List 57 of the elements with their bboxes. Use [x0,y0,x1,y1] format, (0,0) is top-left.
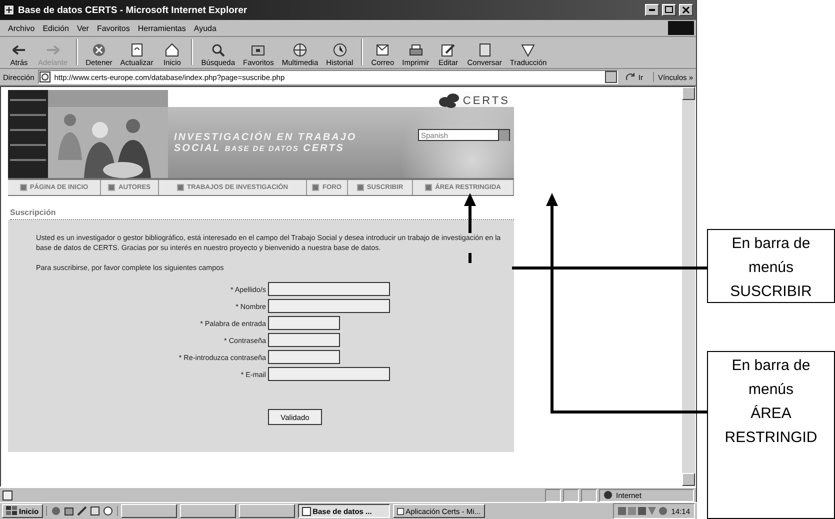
tray-icons-drawing [618,506,668,516]
callout-text: RESTRINGID [724,428,818,448]
menu-item[interactable]: Ayuda [190,24,220,32]
callout-text: En barra de [732,234,810,254]
square-icon [90,506,100,516]
callout-text: menús [748,258,794,278]
pencil-icon [440,42,456,58]
callout-text: menús [748,380,794,400]
menu-item[interactable]: Edición [38,24,73,32]
input-field[interactable] [268,282,390,296]
status-pane [581,488,597,502]
page-icon [39,71,52,83]
go-arrow-icon [626,72,636,82]
maximize-icon [664,5,674,15]
banner-brand: CERTS [303,143,344,154]
site-logo: CERTS [462,94,510,106]
callout-text: SUSCRIBIR [730,282,812,302]
minimize-button[interactable] [645,4,659,16]
pen-icon [76,506,87,516]
browser-icon [3,4,15,16]
banner-title: SOCIAL [174,143,221,154]
menu-item[interactable]: Herramientas [134,24,190,32]
stop-icon [90,42,107,58]
window-title: Base de datos CERTS - Microsoft Internet Explorer [18,4,248,16]
triangle-icon [520,42,536,58]
scrollbar[interactable] [682,87,695,486]
input-field[interactable] [268,333,340,347]
printer-icon [408,42,424,58]
window-icon [396,506,404,516]
close-button[interactable] [679,4,693,16]
callout-text: En barra de [732,356,810,376]
page-icon [2,490,13,500]
home-icon [164,42,180,58]
logo-icon [438,93,460,108]
input-field[interactable] [268,350,340,364]
circle-icon [50,506,61,516]
input-field[interactable] [268,299,390,313]
status-pane [545,488,561,502]
status-pane [563,488,579,502]
refresh-icon [128,42,145,58]
menu-item[interactable]: Ver [72,24,93,32]
menu-item[interactable]: Archivo [4,24,39,32]
input-field[interactable] [268,316,340,330]
menu-item[interactable]: Favoritos [92,24,134,32]
window-icon [302,506,311,516]
window-icon [64,506,74,516]
minimize-icon [649,9,655,11]
input-field[interactable] [268,367,390,381]
maximize-button[interactable] [662,4,676,16]
close-icon [681,5,691,15]
clock-icon [332,42,348,58]
callout-text: ÁREA [750,404,792,424]
search-icon [210,42,226,58]
mail-icon [374,42,391,58]
document-icon [476,42,493,58]
ring-icon [102,506,113,516]
banner-title: INVESTIGACIÓN EN TRABAJO [174,132,358,143]
